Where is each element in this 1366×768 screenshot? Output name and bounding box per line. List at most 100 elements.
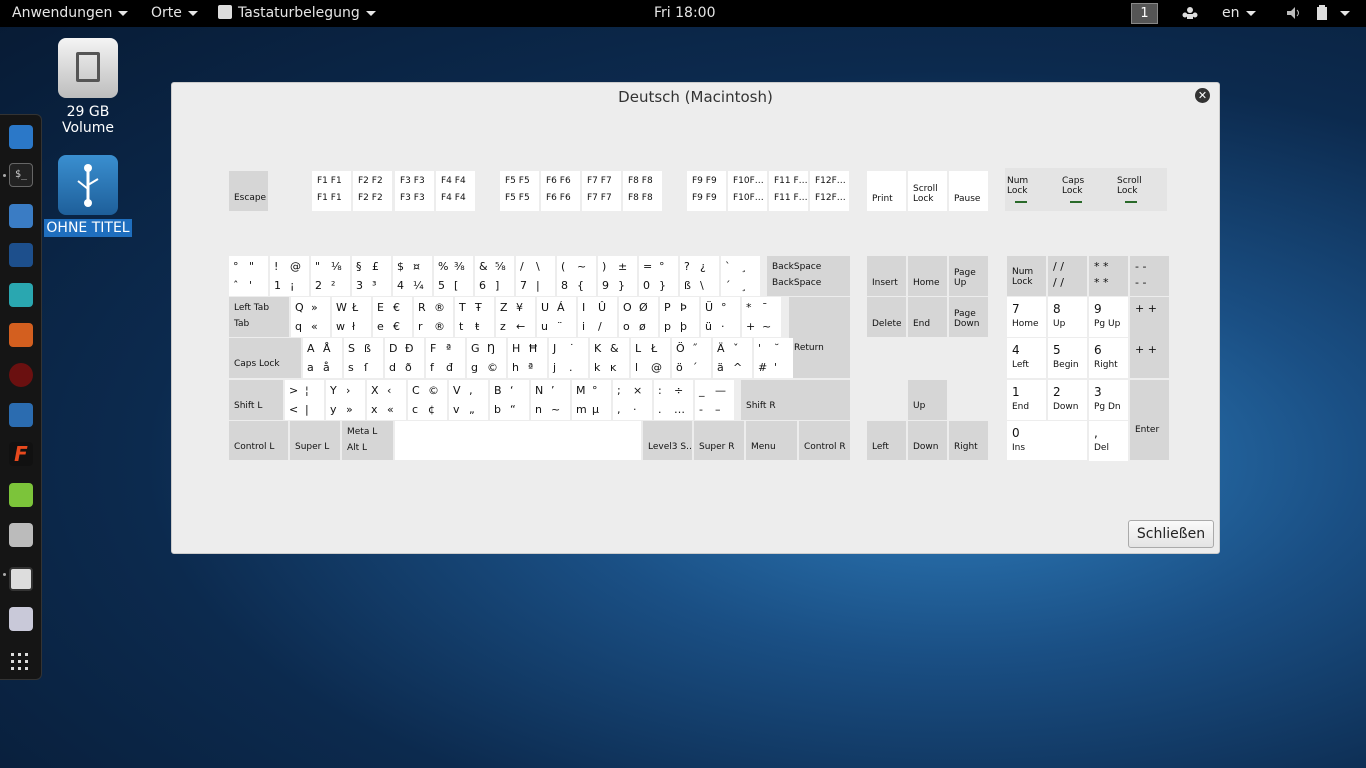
key-row2[interactable]: Q » q « <box>291 297 330 337</box>
key-row3[interactable]: Sßsſ <box>344 338 383 378</box>
key-tab[interactable]: Left Tab Tab <box>229 297 289 337</box>
key-menu[interactable]: Menu <box>746 421 797 460</box>
applications-menu[interactable]: Anwendungen <box>12 5 129 21</box>
key-f6[interactable]: F6 F6 F6 F6 <box>541 171 580 211</box>
key-row2[interactable]: WŁwł <box>332 297 371 337</box>
key-row1[interactable]: ° " ˆ ' <box>229 256 268 296</box>
key-row2[interactable]: E € e € <box>373 297 412 337</box>
language-menu[interactable]: en <box>1222 5 1256 21</box>
key-numpad-4[interactable]: 4 Left <box>1007 338 1046 378</box>
key-f3[interactable]: F3 F3 F3 F3 <box>395 171 434 211</box>
key-row3[interactable]: J ˙ j. <box>549 338 588 378</box>
key-numpad-op[interactable]: * * * * <box>1089 256 1128 296</box>
key-caps-lock[interactable]: Caps Lock <box>229 338 301 378</box>
show-apps-icon[interactable] <box>11 653 29 675</box>
key-row3[interactable]: HĦhª <box>508 338 547 378</box>
key-page-down[interactable]: Page Down <box>949 297 988 337</box>
key-delete[interactable]: Delete <box>867 297 906 337</box>
key-row1[interactable]: (~8 { <box>557 256 596 296</box>
key-row1[interactable]: / \ 7 | <box>516 256 555 296</box>
accessibility-icon[interactable] <box>1182 6 1198 24</box>
key-backspace[interactable]: BackSpace BackSpace <box>767 256 850 296</box>
key-row1[interactable]: = ° 0} <box>639 256 678 296</box>
key-row1[interactable]: § £3 ³ <box>352 256 391 296</box>
key-row3[interactable]: AÅaå <box>303 338 342 378</box>
key-end[interactable]: End <box>908 297 947 337</box>
key-row2[interactable]: R ® r ® <box>414 297 453 337</box>
key-row1[interactable]: " ⅛ 2 ² <box>311 256 350 296</box>
key-home[interactable]: Home <box>908 256 947 296</box>
key-row1[interactable]: $ ¤ 4 ¼ <box>393 256 432 296</box>
keyboard-app-icon[interactable] <box>9 523 33 547</box>
maltego-icon[interactable] <box>9 403 33 427</box>
files-icon[interactable] <box>9 204 33 228</box>
key-numpad-0[interactable]: 0 Ins <box>1007 421 1087 460</box>
key-escape[interactable]: Escape <box>229 171 268 211</box>
key-down[interactable]: Down <box>908 421 947 460</box>
keyboard-layout-menu[interactable]: Tastaturbelegung <box>218 5 376 21</box>
key-row3[interactable]: G Ŋg © <box>467 338 506 378</box>
key-level3[interactable]: Level3 S… <box>643 421 692 460</box>
key-row2[interactable]: U Áu ¨ <box>537 297 576 337</box>
volume-icon[interactable] <box>1286 6 1302 24</box>
key-alt-left[interactable]: Meta L Alt L <box>342 421 393 460</box>
key-f12[interactable]: F12F… F12F… <box>810 171 849 211</box>
key-return[interactable]: Return <box>789 297 850 378</box>
key-numpad-1[interactable]: 1 End <box>1007 380 1046 420</box>
notes-icon[interactable] <box>9 483 33 507</box>
key-super-left[interactable]: Super L <box>290 421 340 460</box>
key-row3[interactable]: Ö ˝ ö ´ <box>672 338 711 378</box>
key-row1[interactable]: ` ¸ ´ ¸ <box>721 256 760 296</box>
key-numpad-8[interactable]: 8 Up <box>1048 297 1087 337</box>
armitage-icon[interactable] <box>9 283 33 307</box>
key-f7[interactable]: F7 F7 F7 F7 <box>582 171 621 211</box>
key-row4[interactable]: C © c ¢ <box>408 380 447 420</box>
key-numpad-6[interactable]: 6 Right <box>1089 338 1128 378</box>
terminal-icon[interactable]: $_ <box>9 163 33 187</box>
key-row2[interactable]: * ¯ + ~ <box>742 297 781 337</box>
key-row4[interactable]: ; ×, · <box>613 380 652 420</box>
key-row4[interactable]: B ‘ b “ <box>490 380 529 420</box>
key-numpad-3[interactable]: 3 Pg Dn <box>1089 380 1128 420</box>
key-f1[interactable]: F1 F1 F1 F1 <box>312 171 351 211</box>
key-row3[interactable]: L Łl @ <box>631 338 670 378</box>
key-row2[interactable]: Ü ° ü · <box>701 297 740 337</box>
key-numpad-2[interactable]: 2 Down <box>1048 380 1087 420</box>
desktop-usb-icon[interactable]: OHNE TITEL <box>44 155 132 237</box>
key-row1[interactable]: % ⅜ 5 [ <box>434 256 473 296</box>
key-f4[interactable]: F4 F4 F4 F4 <box>436 171 475 211</box>
keyboard-layout-icon[interactable] <box>9 567 33 591</box>
key-f5[interactable]: F5 F5 F5 F5 <box>500 171 539 211</box>
key-f2[interactable]: F2 F2 F2 F2 <box>353 171 392 211</box>
close-button[interactable]: Schließen <box>1128 520 1214 548</box>
key-row1[interactable]: ? ¿ ß \ <box>680 256 719 296</box>
key-row1[interactable]: ! @1 ¡ <box>270 256 309 296</box>
dock-app-icon-1[interactable] <box>9 125 33 149</box>
key-row4[interactable]: X ‹ x « <box>367 380 406 420</box>
key-numpad-del[interactable]: , Del <box>1089 421 1128 461</box>
key-row3[interactable]: ' ˘ # ' <box>754 338 793 378</box>
key-row4[interactable]: _ — - – <box>695 380 734 420</box>
key-row4[interactable]: > ¦ < | <box>285 380 324 420</box>
key-right[interactable]: Right <box>949 421 988 460</box>
key-row2[interactable]: PÞpþ <box>660 297 699 337</box>
key-scroll[interactable]: Scroll Lock <box>908 171 947 211</box>
key-enter[interactable]: Enter <box>1130 380 1169 460</box>
key-row4[interactable]: Y › y » <box>326 380 365 420</box>
led-panel[interactable]: Num Lock Caps Lock Scroll Lock <box>1005 168 1167 211</box>
metasploit-icon[interactable] <box>9 243 33 267</box>
key-row4[interactable]: M ° m µ <box>572 380 611 420</box>
key-numpad-5[interactable]: 5 Begin <box>1048 338 1087 378</box>
key-row3[interactable]: Fªfđ <box>426 338 465 378</box>
key-pause[interactable]: Pause <box>949 171 988 211</box>
fern-icon[interactable]: F <box>9 442 33 466</box>
key-row3[interactable]: K & k ĸ <box>590 338 629 378</box>
key-row4[interactable]: N ’ n ~ <box>531 380 570 420</box>
key-f9[interactable]: F9 F9 F9 F9 <box>687 171 726 211</box>
key-row2[interactable]: OØoø <box>619 297 658 337</box>
key-f8[interactable]: F8 F8 F8 F8 <box>623 171 662 211</box>
key-row1[interactable]: & ⅝ 6] <box>475 256 514 296</box>
burpsuite-icon[interactable] <box>9 323 33 347</box>
faraday-icon[interactable] <box>9 363 33 387</box>
key-left[interactable]: Left <box>867 421 906 460</box>
